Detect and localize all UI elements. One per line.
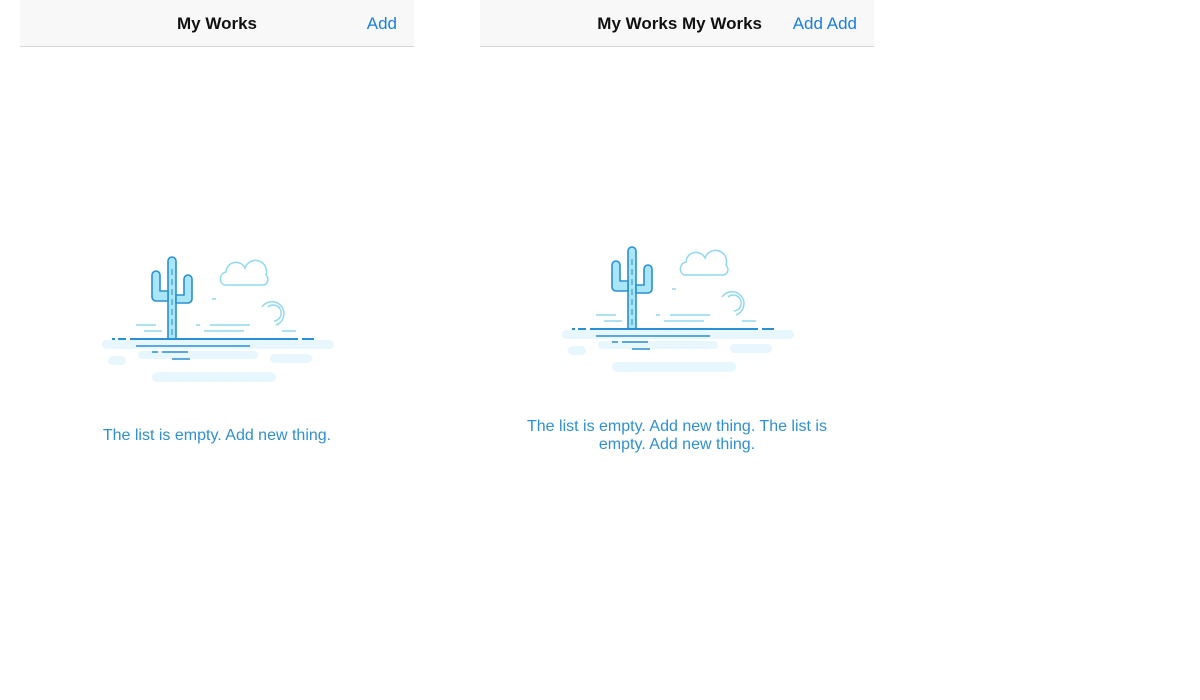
empty-state-message: The list is empty. Add new thing.: [102, 427, 332, 444]
screen-my-works: My Works Add The list is empty. Add new …: [20, 0, 414, 700]
cactus-desert-icon: [560, 245, 796, 377]
cactus-desert-icon: [100, 255, 336, 387]
add-button[interactable]: Add Add: [793, 0, 857, 48]
navigation-bar: My Works Add: [20, 0, 414, 47]
screen-my-works-long-text: My Works My Works Add Add The list is em…: [480, 0, 874, 700]
nav-title: My Works: [177, 14, 257, 33]
navigation-bar: My Works My Works Add Add: [480, 0, 874, 47]
empty-state-message: The list is empty. Add new thing. The li…: [527, 418, 827, 453]
add-button[interactable]: Add: [367, 0, 397, 48]
nav-title: My Works My Works: [597, 14, 762, 33]
